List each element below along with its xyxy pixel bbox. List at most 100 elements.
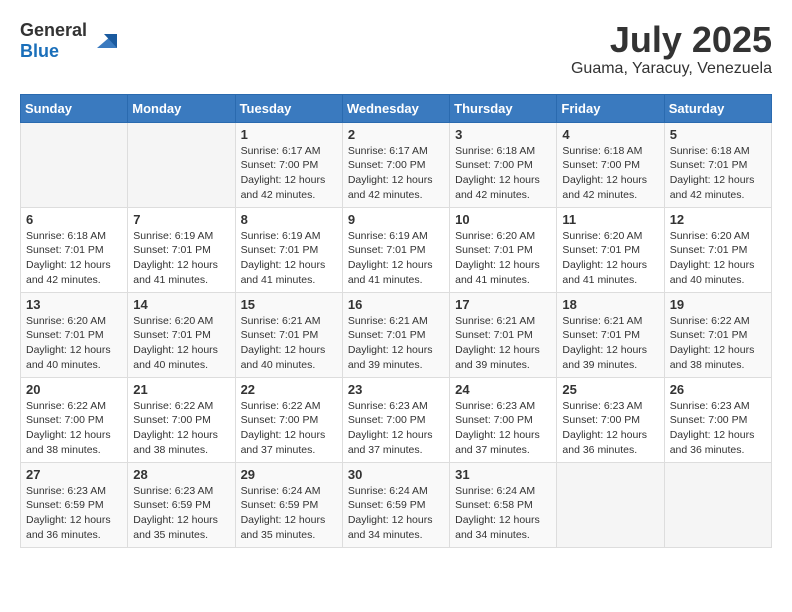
day-info: Sunrise: 6:23 AM Sunset: 7:00 PM Dayligh… xyxy=(455,399,551,458)
calendar-cell: 31 Sunrise: 6:24 AM Sunset: 6:58 PM Dayli… xyxy=(450,462,557,547)
day-number: 30 xyxy=(348,467,444,482)
calendar-cell: 19 Sunrise: 6:22 AM Sunset: 7:01 PM Dayli… xyxy=(664,292,771,377)
day-info: Sunrise: 6:23 AM Sunset: 7:00 PM Dayligh… xyxy=(670,399,766,458)
calendar-cell: 21Sunrise: 6:22 AM Sunset: 7:00 PM Dayli… xyxy=(128,377,235,462)
day-info: Sunrise: 6:23 AM Sunset: 6:59 PM Dayligh… xyxy=(26,484,122,543)
logo-text: General Blue xyxy=(20,20,87,62)
day-number: 11 xyxy=(562,212,658,227)
header-tuesday: Tuesday xyxy=(235,94,342,122)
calendar-cell: 23 Sunrise: 6:23 AM Sunset: 7:00 PM Dayli… xyxy=(342,377,449,462)
day-number: 5 xyxy=(670,127,766,142)
day-number: 25 xyxy=(562,382,658,397)
calendar-cell: 7 Sunrise: 6:19 AM Sunset: 7:01 PM Daylig… xyxy=(128,207,235,292)
day-number: 15 xyxy=(241,297,337,312)
day-number: 24 xyxy=(455,382,551,397)
calendar-cell: 22 Sunrise: 6:22 AM Sunset: 7:00 PM Dayli… xyxy=(235,377,342,462)
day-info: Sunrise: 6:18 AM Sunset: 7:00 PM Dayligh… xyxy=(455,144,551,203)
day-info: Sunrise: 6:17 AM Sunset: 7:00 PM Dayligh… xyxy=(348,144,444,203)
day-number: 4 xyxy=(562,127,658,142)
location: Guama, Yaracuy, Venezuela xyxy=(571,60,772,78)
day-info: Sunrise: 6:21 AM Sunset: 7:01 PM Dayligh… xyxy=(562,314,658,373)
day-number: 16 xyxy=(348,297,444,312)
day-number: 28 xyxy=(133,467,229,482)
calendar-cell: 18 Sunrise: 6:21 AM Sunset: 7:01 PM Dayli… xyxy=(557,292,664,377)
day-number: 20 xyxy=(26,382,122,397)
day-info: Sunrise: 6:18 AM Sunset: 7:01 PM Dayligh… xyxy=(670,144,766,203)
title-area: July 2025 Guama, Yaracuy, Venezuela xyxy=(571,20,772,78)
calendar-cell: 6 Sunrise: 6:18 AM Sunset: 7:01 PM Daylig… xyxy=(21,207,128,292)
day-info: Sunrise: 6:23 AM Sunset: 6:59 PM Dayligh… xyxy=(133,484,229,543)
day-info: Sunrise: 6:24 AM Sunset: 6:59 PM Dayligh… xyxy=(348,484,444,543)
calendar-cell: 24 Sunrise: 6:23 AM Sunset: 7:00 PM Dayli… xyxy=(450,377,557,462)
calendar-cell: 13Sunrise: 6:20 AM Sunset: 7:01 PM Dayli… xyxy=(21,292,128,377)
calendar-cell: 29Sunrise: 6:24 AM Sunset: 6:59 PM Dayli… xyxy=(235,462,342,547)
day-number: 8 xyxy=(241,212,337,227)
calendar-cell: 12 Sunrise: 6:20 AM Sunset: 7:01 PM Dayli… xyxy=(664,207,771,292)
calendar-cell: 1Sunrise: 6:17 AM Sunset: 7:00 PM Daylig… xyxy=(235,122,342,207)
day-info: Sunrise: 6:21 AM Sunset: 7:01 PM Dayligh… xyxy=(348,314,444,373)
day-info: Sunrise: 6:20 AM Sunset: 7:01 PM Dayligh… xyxy=(562,229,658,288)
calendar-header-row: SundayMondayTuesdayWednesdayThursdayFrid… xyxy=(21,94,772,122)
day-number: 31 xyxy=(455,467,551,482)
calendar-cell: 16 Sunrise: 6:21 AM Sunset: 7:01 PM Dayli… xyxy=(342,292,449,377)
calendar-cell: 4 Sunrise: 6:18 AM Sunset: 7:00 PM Daylig… xyxy=(557,122,664,207)
day-number: 19 xyxy=(670,297,766,312)
day-info: Sunrise: 6:24 AM Sunset: 6:58 PM Dayligh… xyxy=(455,484,551,543)
day-number: 13 xyxy=(26,297,122,312)
day-number: 27 xyxy=(26,467,122,482)
day-info: Sunrise: 6:18 AM Sunset: 7:00 PM Dayligh… xyxy=(562,144,658,203)
day-number: 9 xyxy=(348,212,444,227)
calendar-cell: 14Sunrise: 6:20 AM Sunset: 7:01 PM Dayli… xyxy=(128,292,235,377)
day-number: 22 xyxy=(241,382,337,397)
day-info: Sunrise: 6:21 AM Sunset: 7:01 PM Dayligh… xyxy=(241,314,337,373)
calendar-cell: 17 Sunrise: 6:21 AM Sunset: 7:01 PM Dayli… xyxy=(450,292,557,377)
logo: General Blue xyxy=(20,20,119,62)
day-number: 10 xyxy=(455,212,551,227)
day-info: Sunrise: 6:23 AM Sunset: 7:00 PM Dayligh… xyxy=(562,399,658,458)
day-info: Sunrise: 6:19 AM Sunset: 7:01 PM Dayligh… xyxy=(348,229,444,288)
logo-blue: Blue xyxy=(20,41,59,61)
day-info: Sunrise: 6:19 AM Sunset: 7:01 PM Dayligh… xyxy=(241,229,337,288)
calendar-table: SundayMondayTuesdayWednesdayThursdayFrid… xyxy=(20,94,772,548)
calendar-cell: 30 Sunrise: 6:24 AM Sunset: 6:59 PM Dayli… xyxy=(342,462,449,547)
calendar-cell: 27 Sunrise: 6:23 AM Sunset: 6:59 PM Dayli… xyxy=(21,462,128,547)
day-number: 21 xyxy=(133,382,229,397)
calendar-cell: 3 Sunrise: 6:18 AM Sunset: 7:00 PM Daylig… xyxy=(450,122,557,207)
calendar-cell: 5 Sunrise: 6:18 AM Sunset: 7:01 PM Daylig… xyxy=(664,122,771,207)
logo-icon xyxy=(89,26,119,56)
day-number: 23 xyxy=(348,382,444,397)
day-number: 29 xyxy=(241,467,337,482)
day-info: Sunrise: 6:17 AM Sunset: 7:00 PM Dayligh… xyxy=(241,144,337,203)
calendar-week-2: 6 Sunrise: 6:18 AM Sunset: 7:01 PM Daylig… xyxy=(21,207,772,292)
calendar-week-1: 1Sunrise: 6:17 AM Sunset: 7:00 PM Daylig… xyxy=(21,122,772,207)
calendar-cell: 20Sunrise: 6:22 AM Sunset: 7:00 PM Dayli… xyxy=(21,377,128,462)
day-info: Sunrise: 6:20 AM Sunset: 7:01 PM Dayligh… xyxy=(133,314,229,373)
day-info: Sunrise: 6:22 AM Sunset: 7:00 PM Dayligh… xyxy=(241,399,337,458)
header-thursday: Thursday xyxy=(450,94,557,122)
day-number: 18 xyxy=(562,297,658,312)
day-info: Sunrise: 6:22 AM Sunset: 7:01 PM Dayligh… xyxy=(670,314,766,373)
calendar-cell: 8 Sunrise: 6:19 AM Sunset: 7:01 PM Daylig… xyxy=(235,207,342,292)
day-number: 3 xyxy=(455,127,551,142)
header-monday: Monday xyxy=(128,94,235,122)
day-number: 12 xyxy=(670,212,766,227)
day-info: Sunrise: 6:20 AM Sunset: 7:01 PM Dayligh… xyxy=(670,229,766,288)
header-wednesday: Wednesday xyxy=(342,94,449,122)
page-header: General Blue July 2025 Guama, Yaracuy, V… xyxy=(20,20,772,78)
day-info: Sunrise: 6:19 AM Sunset: 7:01 PM Dayligh… xyxy=(133,229,229,288)
header-sunday: Sunday xyxy=(21,94,128,122)
month-title: July 2025 xyxy=(571,20,772,60)
calendar-cell xyxy=(128,122,235,207)
day-info: Sunrise: 6:18 AM Sunset: 7:01 PM Dayligh… xyxy=(26,229,122,288)
header-saturday: Saturday xyxy=(664,94,771,122)
calendar-cell: 11 Sunrise: 6:20 AM Sunset: 7:01 PM Dayli… xyxy=(557,207,664,292)
day-info: Sunrise: 6:23 AM Sunset: 7:00 PM Dayligh… xyxy=(348,399,444,458)
day-number: 26 xyxy=(670,382,766,397)
calendar-cell: 28 Sunrise: 6:23 AM Sunset: 6:59 PM Dayli… xyxy=(128,462,235,547)
day-number: 17 xyxy=(455,297,551,312)
calendar-cell xyxy=(21,122,128,207)
day-number: 6 xyxy=(26,212,122,227)
day-info: Sunrise: 6:21 AM Sunset: 7:01 PM Dayligh… xyxy=(455,314,551,373)
day-info: Sunrise: 6:20 AM Sunset: 7:01 PM Dayligh… xyxy=(455,229,551,288)
day-number: 7 xyxy=(133,212,229,227)
